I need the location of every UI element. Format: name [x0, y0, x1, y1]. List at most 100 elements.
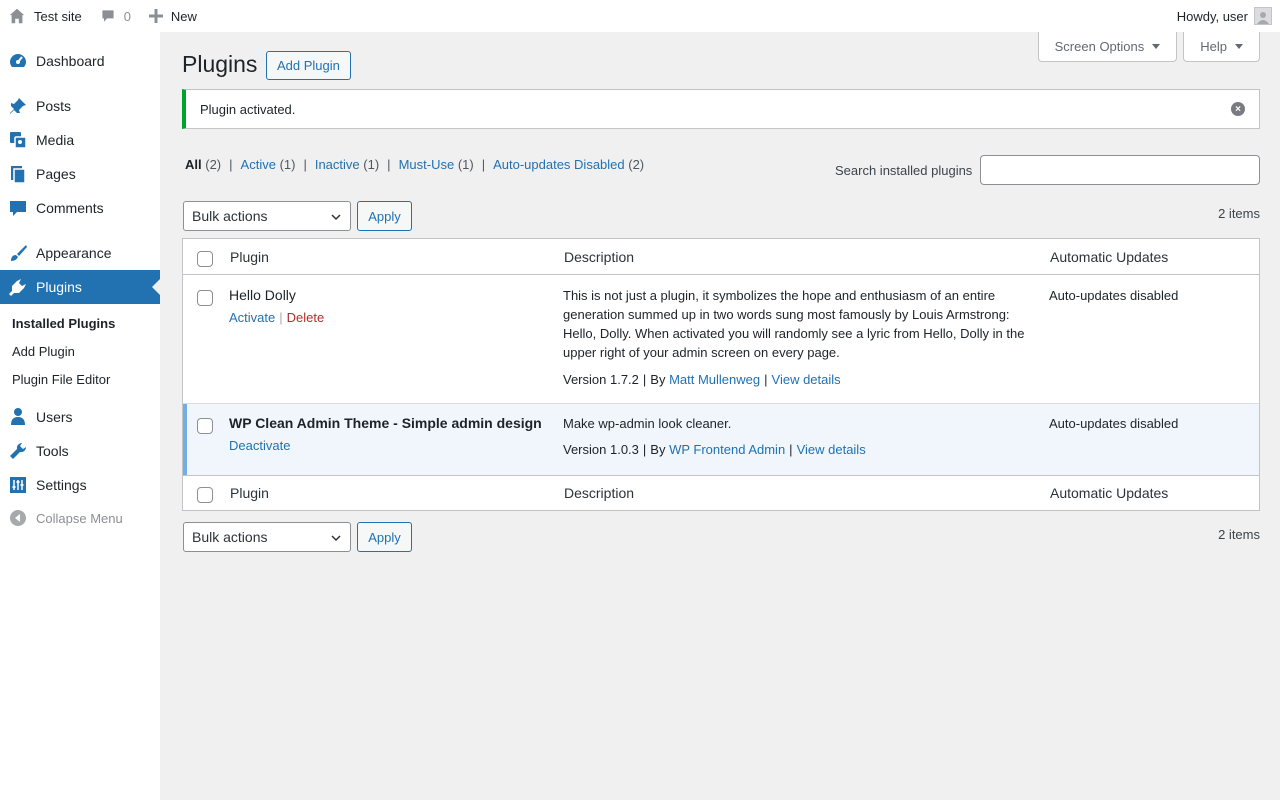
dismiss-icon[interactable]: × — [1231, 102, 1245, 116]
admin-bar: Test site 0 New Howdy, user — [0, 0, 1280, 32]
apply-button[interactable]: Apply — [357, 201, 412, 231]
new-content-link[interactable]: New — [148, 0, 197, 32]
screen-options-label: Screen Options — [1054, 39, 1145, 54]
filter-separator: | — [481, 157, 486, 172]
menu-label: Comments — [36, 200, 104, 216]
row-checkbox[interactable] — [197, 290, 213, 306]
delete-link[interactable]: Delete — [287, 310, 325, 325]
menu-label: Posts — [36, 98, 72, 114]
items-count: 2 items — [1218, 206, 1260, 221]
table-footer: Plugin Description Automatic Updates — [183, 475, 1259, 511]
plugin-icon — [0, 277, 36, 297]
comment-icon — [0, 198, 36, 218]
plugin-description: This is not just a plugin, it symbolizes… — [563, 288, 1025, 360]
column-plugin: Plugin — [230, 485, 269, 501]
meta-separator: | — [764, 372, 768, 387]
select-all-checkbox[interactable] — [197, 251, 213, 267]
action-separator: | — [279, 310, 283, 325]
bulk-actions-value: Bulk actions — [192, 208, 268, 224]
meta-separator: | — [642, 372, 647, 387]
site-name: Test site — [34, 8, 82, 24]
search-label: Search installed plugins — [835, 163, 973, 178]
deactivate-link[interactable]: Deactivate — [229, 438, 290, 453]
settings-icon — [0, 475, 36, 495]
comment-bubble-icon — [102, 10, 114, 22]
menu-label: Tools — [36, 443, 69, 459]
auto-updates-status: Auto-updates disabled — [1049, 416, 1179, 431]
menu-label: Settings — [36, 477, 87, 493]
bulk-actions-value: Bulk actions — [192, 529, 268, 545]
screen-meta-links: Screen Options Help — [1037, 32, 1260, 62]
submenu-add-plugin[interactable]: Add Plugin — [12, 344, 75, 359]
bulk-actions-select[interactable]: Bulk actions — [183, 201, 351, 231]
user-avatar-icon — [1257, 12, 1269, 24]
wrench-icon — [0, 441, 36, 461]
bulk-actions-select[interactable]: Bulk actions — [183, 522, 351, 552]
submenu-installed-plugins[interactable]: Installed Plugins — [12, 316, 115, 331]
filter-active[interactable]: Active (1) — [241, 157, 296, 172]
help-button[interactable]: Help — [1183, 32, 1260, 62]
plugin-version-author: Version 1.0.3 | By WP Frontend Admin | View … — [563, 442, 866, 457]
filter-auto-updates-disabled[interactable]: Auto-updates Disabled (2) — [493, 157, 644, 172]
author-link[interactable]: WP Frontend Admin — [669, 442, 785, 457]
admin-menu: Dashboard Posts Media Pages Comments App… — [0, 32, 160, 800]
chevron-down-icon — [331, 214, 341, 221]
plugin-title: WP Clean Admin Theme - Simple admin desi… — [229, 415, 542, 431]
my-account[interactable]: Howdy, user — [1177, 0, 1280, 32]
media-icon — [0, 130, 36, 150]
menu-media[interactable]: Media — [0, 123, 160, 157]
paintbrush-icon — [0, 243, 36, 263]
menu-posts[interactable]: Posts — [0, 89, 160, 123]
activate-link[interactable]: Activate — [229, 310, 275, 325]
tablenav-top: Bulk actions Apply 2 items — [183, 201, 1260, 231]
by-label: By — [650, 372, 666, 387]
items-count: 2 items — [1218, 527, 1260, 542]
row-checkbox[interactable] — [197, 418, 213, 434]
meta-separator: | — [789, 442, 793, 457]
site-home-link[interactable]: Test site — [0, 0, 82, 32]
menu-label: Dashboard — [36, 53, 105, 69]
menu-comments[interactable]: Comments — [0, 191, 160, 225]
row-actions: Activate | Delete — [229, 310, 324, 325]
collapse-label: Collapse Menu — [36, 510, 123, 526]
screen-options-button[interactable]: Screen Options — [1037, 32, 1178, 62]
submenu-plugin-file-editor[interactable]: Plugin File Editor — [12, 372, 110, 387]
add-plugin-button[interactable]: Add Plugin — [266, 51, 351, 80]
filter-all[interactable]: All (2) — [185, 157, 221, 172]
filter-inactive[interactable]: Inactive (1) — [315, 157, 379, 172]
author-link[interactable]: Matt Mullenweg — [669, 372, 760, 387]
new-label: New — [170, 8, 197, 24]
menu-users[interactable]: Users — [0, 400, 160, 434]
comments-link[interactable]: 0 — [100, 0, 131, 32]
users-icon — [0, 407, 36, 427]
search-plugins-input[interactable] — [980, 155, 1260, 185]
filter-must-use[interactable]: Must-Use (1) — [399, 157, 474, 172]
view-details-link[interactable]: View details — [797, 442, 866, 457]
menu-appearance[interactable]: Appearance — [0, 236, 160, 270]
menu-plugins[interactable]: Plugins — [0, 270, 160, 304]
tablenav-bottom: Bulk actions Apply 2 items — [183, 522, 1260, 552]
filter-separator: | — [303, 157, 307, 172]
plugin-version: Version 1.7.2 — [563, 372, 639, 387]
select-all-checkbox-footer[interactable] — [197, 487, 213, 503]
howdy-text: Howdy, user — [1176, 8, 1248, 24]
chevron-down-icon — [331, 535, 341, 542]
plugins-table: Plugin Description Automatic Updates Hel… — [182, 238, 1260, 511]
column-automatic-updates: Automatic Updates — [1050, 249, 1169, 265]
filter-separator: | — [387, 157, 391, 172]
menu-dashboard[interactable]: Dashboard — [0, 44, 160, 78]
collapse-menu-button[interactable]: Collapse Menu — [0, 506, 123, 530]
menu-settings[interactable]: Settings — [0, 468, 160, 502]
apply-button[interactable]: Apply — [357, 522, 412, 552]
menu-label: Media — [36, 132, 75, 148]
auto-updates-status: Auto-updates disabled — [1049, 288, 1179, 303]
table-row: WP Clean Admin Theme - Simple admin desi… — [183, 404, 1259, 475]
menu-tools[interactable]: Tools — [0, 434, 160, 468]
menu-pages[interactable]: Pages — [0, 157, 160, 191]
menu-label: Users — [36, 409, 73, 425]
plugin-version-author: Version 1.7.2 | By Matt Mullenweg | View det… — [563, 372, 841, 387]
help-label: Help — [1200, 39, 1227, 54]
view-details-link[interactable]: View details — [772, 372, 841, 387]
comments-count: 0 — [123, 8, 131, 24]
collapse-icon — [0, 510, 36, 526]
